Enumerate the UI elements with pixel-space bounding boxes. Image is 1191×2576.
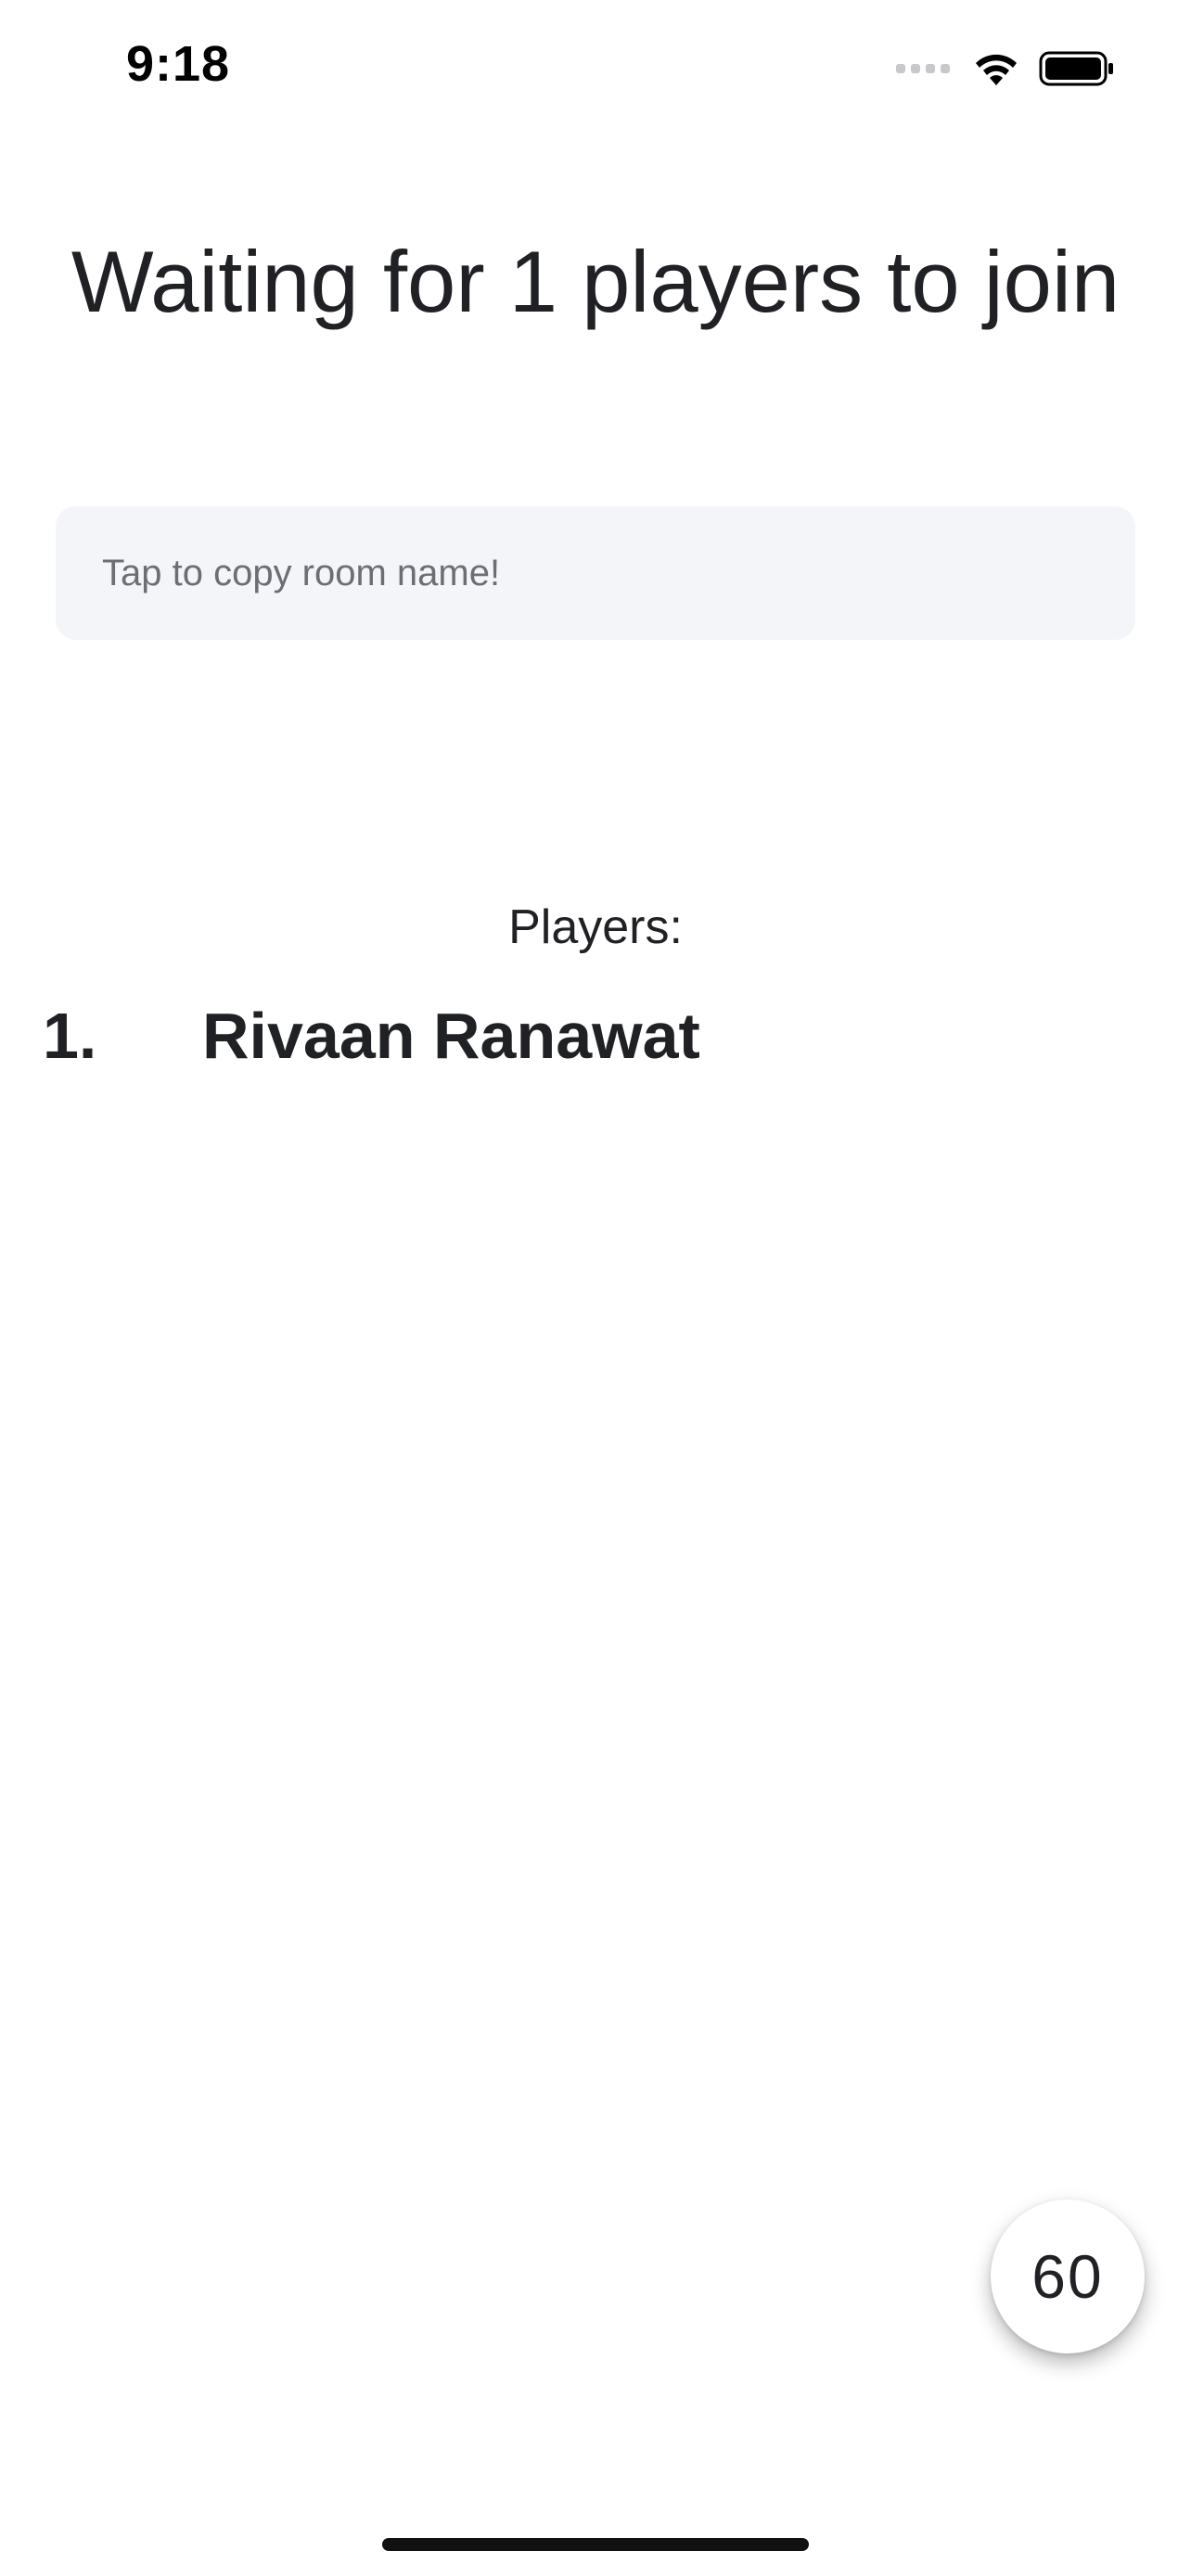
- status-time: 9:18: [126, 36, 231, 92]
- player-list-item: 1. Rivaan Ranawat: [43, 994, 700, 1078]
- countdown-button[interactable]: 60: [991, 2200, 1145, 2353]
- status-bar: 9:18: [0, 0, 1191, 134]
- status-icons: [896, 46, 1115, 91]
- copy-room-name-label: Tap to copy room name!: [102, 552, 501, 593]
- page-title: Waiting for 1 players to join: [70, 233, 1121, 330]
- cellular-signal-icon: [896, 64, 950, 73]
- home-indicator[interactable]: [382, 2538, 809, 2551]
- copy-room-name-field[interactable]: Tap to copy room name!: [56, 506, 1135, 640]
- players-heading: Players:: [508, 900, 683, 954]
- countdown-value: 60: [1031, 2242, 1104, 2311]
- player-index: 1.: [43, 1000, 97, 1072]
- wifi-icon: [976, 54, 1017, 85]
- battery-icon: [1039, 51, 1113, 86]
- player-name: Rivaan Ranawat: [202, 1000, 700, 1072]
